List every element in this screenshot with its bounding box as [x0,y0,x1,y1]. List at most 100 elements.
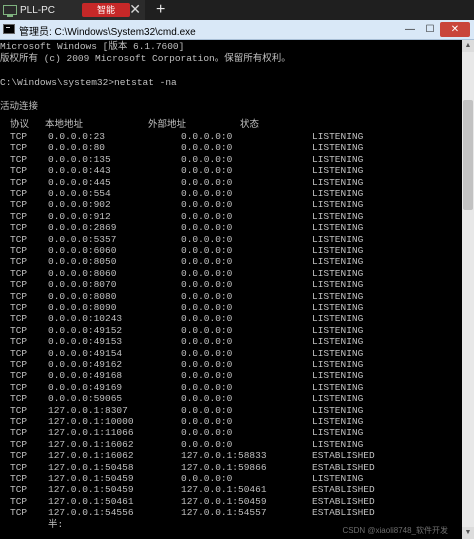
cell-foreign-address: 127.0.0.1:58833 [181,450,267,462]
cell-foreign-address: 0.0.0.0:0 [181,336,233,348]
cell-protocol: TCP [10,507,28,519]
cell-protocol: TCP [10,495,28,507]
minimize-button[interactable]: — [400,22,420,37]
cell-foreign-address: 0.0.0.0:0 [181,131,233,142]
cell-state: LISTENING [312,267,364,279]
cell-state: LISTENING [312,279,364,291]
tab-close-icon[interactable]: ✕ [129,2,141,16]
cell-local-address: 0.0.0.0:902 [48,199,111,211]
cell-protocol: TCP [10,416,28,427]
cell-protocol: TCP [10,427,28,439]
cell-foreign-address: 0.0.0.0:0 [181,245,233,256]
tab-label: PLL-PC [20,4,56,16]
cell-foreign-address: 0.0.0.0:0 [181,427,233,439]
table-row: TCP 0.0.0.0:554 0.0.0.0:0 LISTENING [0,188,462,200]
cell-foreign-address: 0.0.0.0:0 [181,381,233,393]
scroll-up-icon[interactable]: ▲ [462,40,474,52]
cell-foreign-address: 0.0.0.0:0 [181,324,233,336]
table-row: TCP 127.0.0.1:11066 0.0.0.0:0 LISTENING [0,427,462,439]
table-row: TCP 127.0.0.1:50459 0.0.0.0:0 LISTENING [0,473,462,485]
cell-protocol: TCP [10,473,28,484]
cell-state: LISTENING [312,222,364,234]
cell-protocol: TCP [10,153,28,165]
cell-state: ESTABLISHED [312,450,375,462]
console-output[interactable]: Microsoft Windows [版本 6.1.7600] 版权所有 (c)… [0,40,462,539]
cell-state: LISTENING [312,438,364,450]
close-button[interactable]: ✕ [440,22,470,37]
cell-state: LISTENING [312,290,364,302]
version-line: Microsoft Windows [版本 6.1.7600] [0,41,185,52]
cell-foreign-address: 0.0.0.0:0 [181,393,233,405]
cell-protocol: TCP [10,302,28,313]
table-row: TCP 0.0.0.0:8080 0.0.0.0:0 LISTENING [0,291,462,303]
cell-foreign-address: 0.0.0.0:0 [181,165,233,177]
cell-foreign-address: 127.0.0.1:50459 [181,495,267,507]
cell-protocol: TCP [10,188,28,199]
cell-state: LISTENING [312,165,364,177]
cell-foreign-address: 0.0.0.0:0 [181,313,233,325]
cell-foreign-address: 0.0.0.0:0 [181,347,233,359]
cell-state: LISTENING [312,347,364,359]
cell-foreign-address: 127.0.0.1:54557 [181,507,267,519]
cmd-icon [3,24,15,34]
cell-protocol: TCP [10,393,28,405]
cell-protocol: TCP [10,279,28,291]
cell-foreign-address: 0.0.0.0:0 [181,290,233,302]
cell-foreign-address: 0.0.0.0:0 [181,142,233,154]
cell-local-address: 127.0.0.1:16062 [48,438,134,450]
cell-protocol: TCP [10,199,28,211]
cell-state: ESTABLISHED [312,484,375,496]
cell-protocol: TCP [10,290,28,302]
cell-protocol: TCP [10,245,28,256]
cell-foreign-address: 0.0.0.0:0 [181,370,233,382]
scroll-thumb[interactable] [463,100,473,210]
cell-state: LISTENING [312,404,364,416]
cell-state: ESTABLISHED [312,461,375,473]
cell-local-address: 0.0.0.0:49169 [48,381,123,393]
table-row: TCP 0.0.0.0:23 0.0.0.0:0 LISTENING [0,131,462,143]
window-titlebar[interactable]: 管理员: C:\Windows\System32\cmd.exe — ☐ ✕ [0,20,474,40]
cell-foreign-address: 0.0.0.0:0 [181,438,233,450]
cell-local-address: 0.0.0.0:8070 [48,279,117,291]
cell-local-address: 0.0.0.0:49153 [48,336,123,348]
smart-badge[interactable]: 智能 [82,3,130,17]
cell-state: LISTENING [312,199,364,211]
table-row: TCP 0.0.0.0:80 0.0.0.0:0 LISTENING [0,142,462,154]
cell-protocol: TCP [10,450,28,462]
cell-local-address: 0.0.0.0:23 [48,131,106,142]
vertical-scrollbar[interactable]: ▲ ▼ [462,40,474,539]
cell-foreign-address: 0.0.0.0:0 [181,188,233,199]
cell-local-address: 0.0.0.0:135 [48,153,111,165]
cell-local-address: 0.0.0.0:445 [48,176,111,188]
cell-foreign-address: 0.0.0.0:0 [181,199,233,211]
cell-foreign-address: 0.0.0.0:0 [181,473,233,484]
cell-protocol: TCP [10,484,28,496]
cell-state: LISTENING [312,359,364,370]
cell-local-address: 0.0.0.0:80 [48,142,106,154]
table-row: TCP 127.0.0.1:10000 0.0.0.0:0 LISTENING [0,416,462,428]
table-row: TCP 127.0.0.1:50461 127.0.0.1:50459 ESTABLI… [0,496,462,508]
table-row: TCP 127.0.0.1:50458 127.0.0.1:59866 ESTABLI… [0,462,462,474]
table-row: TCP 127.0.0.1:50459 127.0.0.1:50461 ESTABLI… [0,484,462,496]
cell-foreign-address: 0.0.0.0:0 [181,256,233,268]
table-row: TCP 0.0.0.0:49153 0.0.0.0:0 LISTENING [0,336,462,348]
cell-local-address: 0.0.0.0:49162 [48,359,123,370]
scroll-down-icon[interactable]: ▼ [462,527,474,539]
cell-state: LISTENING [312,324,364,336]
cell-protocol: TCP [10,210,28,222]
maximize-button[interactable]: ☐ [420,22,440,37]
cell-protocol: TCP [10,347,28,359]
table-row: TCP 127.0.0.1:16062 127.0.0.1:58833 ESTABLI… [0,450,462,462]
cell-local-address: 0.0.0.0:2869 [48,222,117,234]
table-row: TCP 0.0.0.0:49154 0.0.0.0:0 LISTENING [0,348,462,360]
section-title: 活动连接 [0,101,39,112]
cell-state: LISTENING [312,427,364,439]
column-header-local: 本地地址 [45,119,84,130]
cell-protocol: TCP [10,256,28,268]
table-row: TCP 0.0.0.0:8090 0.0.0.0:0 LISTENING [0,302,462,314]
cell-state: ESTABLISHED [312,495,375,507]
window-title: 管理员: C:\Windows\System32\cmd.exe [19,27,196,38]
cell-protocol: TCP [10,222,28,234]
new-tab-button[interactable]: + [156,1,165,19]
cell-foreign-address: 0.0.0.0:0 [181,222,233,234]
